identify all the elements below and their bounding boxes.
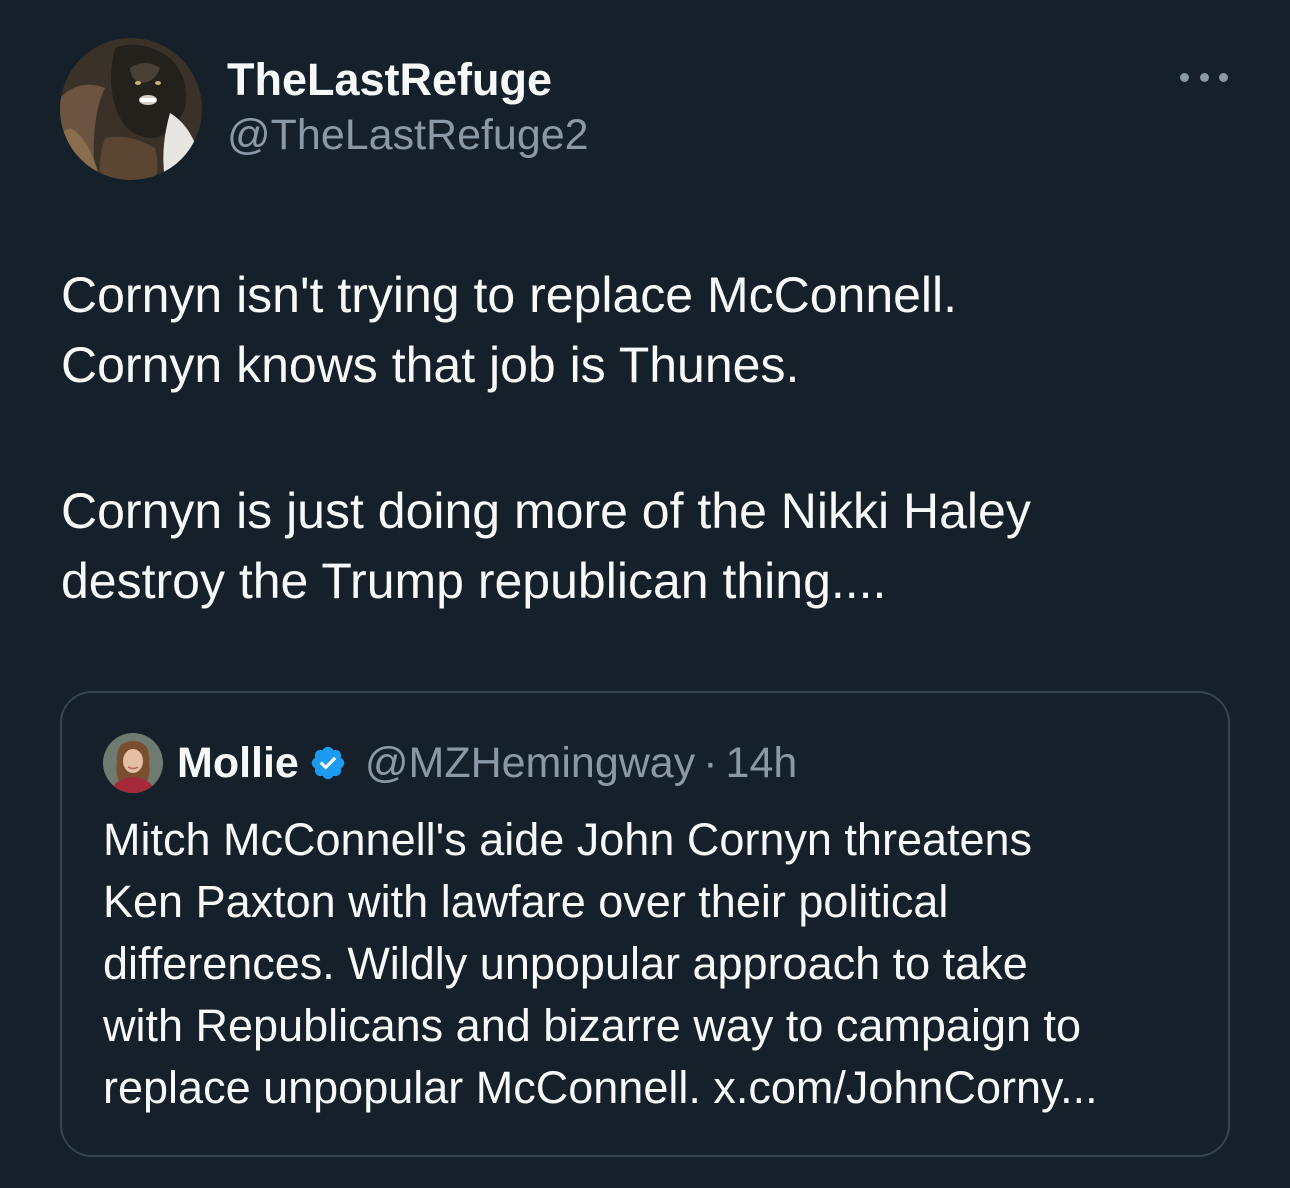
tweet-header: TheLastRefuge @TheLastRefuge2 [60,38,589,180]
quoted-author-avatar[interactable] [103,733,163,793]
quoted-author-display-name[interactable]: Mollie [177,739,299,788]
tweet-text-line: Cornyn knows that job is Thunes. [61,337,800,393]
quoted-text-line: replace unpopular McConnell. x.com/JohnC… [103,1062,1098,1113]
author-display-name[interactable]: TheLastRefuge [227,52,589,108]
wolverine-avatar-icon [60,38,202,180]
quoted-text-line: Mitch McConnell's aide John Cornyn threa… [103,814,1033,865]
more-horizontal-icon [1180,72,1189,82]
tweet-text-line: Cornyn isn't trying to replace McConnell… [61,267,958,323]
author-handle[interactable]: @TheLastRefuge2 [227,108,589,162]
tweet-card: TheLastRefuge @TheLastRefuge2 Cornyn isn… [0,0,1290,1188]
separator-dot: · [703,738,718,787]
quoted-tweet-text: Mitch McConnell's aide John Cornyn threa… [103,809,1203,1119]
quoted-tweet[interactable]: Mollie @MZHemingway · 14h Mitch McConnel… [60,691,1230,1157]
more-options-button[interactable] [1180,62,1228,92]
tweet-text: Cornyn isn't trying to replace McConnell… [61,260,1231,616]
quoted-tweet-timestamp[interactable]: 14h [726,739,798,788]
quoted-text-line: with Republicans and bizarre way to camp… [103,1000,1082,1051]
quoted-text-line: differences. Wildly unpopular approach t… [103,938,1028,989]
quoted-author-handle[interactable]: @MZHemingway [365,739,695,788]
verified-badge-icon [311,746,345,780]
author-names: TheLastRefuge @TheLastRefuge2 [227,52,589,162]
more-horizontal-icon [1219,72,1228,82]
author-avatar[interactable] [60,38,202,180]
tweet-text-line: destroy the Trump republican thing.... [61,553,887,609]
tweet-text-line: Cornyn is just doing more of the Nikki H… [61,483,1031,539]
quoted-tweet-header: Mollie @MZHemingway · 14h [103,733,797,793]
quoted-text-line: Ken Paxton with lawfare over their polit… [103,876,949,927]
more-horizontal-icon [1199,72,1209,82]
person-avatar-icon [103,733,163,793]
